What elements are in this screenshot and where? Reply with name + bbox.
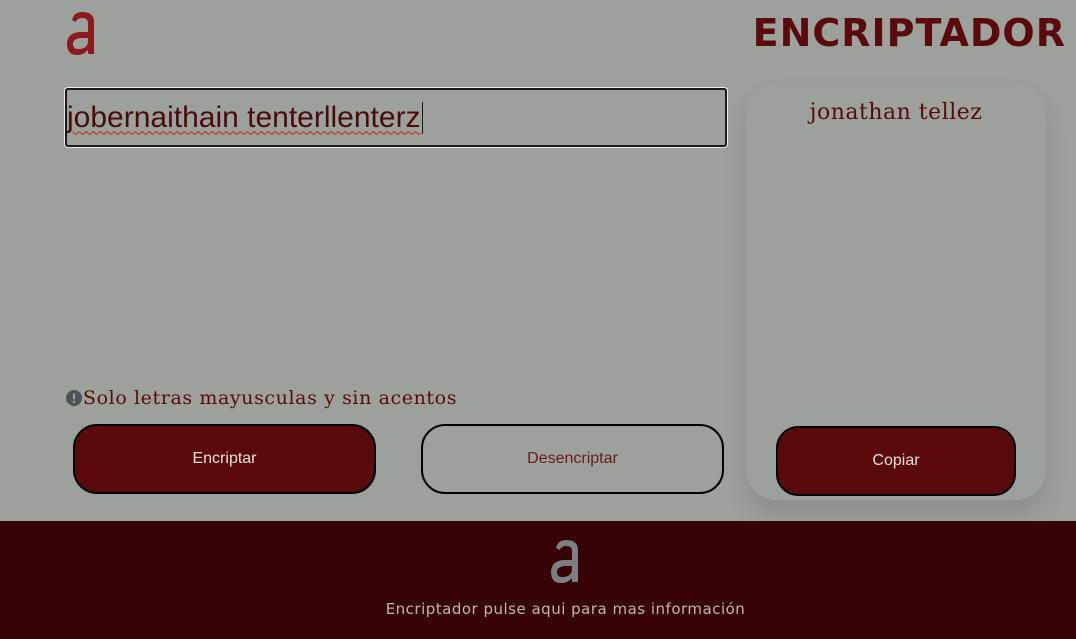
copy-button[interactable]: Copiar (776, 426, 1016, 496)
exclamation-circle-icon (66, 390, 82, 406)
encrypt-button[interactable]: Encriptar (73, 424, 376, 494)
output-text: jonathan tellez (809, 100, 983, 125)
page-title: ENCRIPTADOR (752, 11, 1066, 55)
text-input[interactable]: jobernaithain tenterllenterz (65, 88, 727, 147)
input-warning: Solo letras mayusculas y sin acentos (66, 387, 457, 409)
alura-logo-icon[interactable] (64, 8, 98, 56)
decrypt-button[interactable]: Desencriptar (421, 424, 724, 494)
text-cursor (421, 101, 423, 134)
warning-text: Solo letras mayusculas y sin acentos (83, 387, 458, 409)
footer: Encriptador pulse aqui para mas informac… (0, 521, 1076, 639)
text-input-value: jobernaithain tenterllenterz (67, 100, 421, 134)
alura-logo-icon[interactable] (548, 535, 582, 585)
page: ENCRIPTADOR jobernaithain tenterllenterz… (0, 0, 1076, 639)
footer-info-link[interactable]: Encriptador pulse aqui para mas informac… (0, 600, 1076, 618)
